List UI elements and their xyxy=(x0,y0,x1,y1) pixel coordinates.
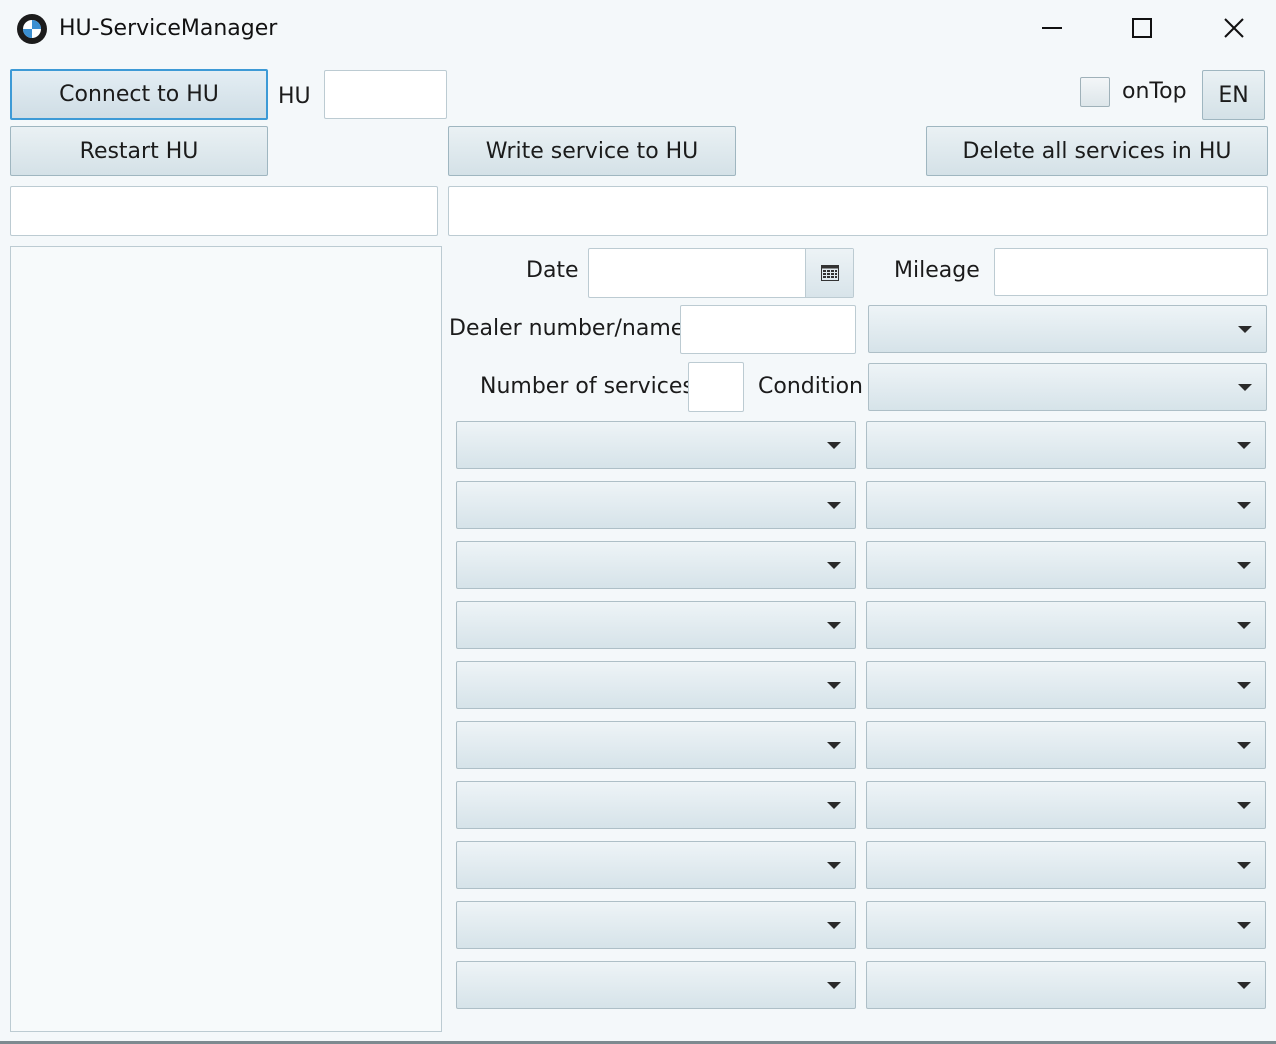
chevron-down-icon xyxy=(827,442,841,449)
service-select-right-1[interactable] xyxy=(866,421,1266,469)
service-select-left-2[interactable] xyxy=(456,481,856,529)
ontop-checkbox[interactable] xyxy=(1080,77,1110,107)
service-select-right-6[interactable] xyxy=(866,721,1266,769)
service-select-left-6[interactable] xyxy=(456,721,856,769)
delete-all-services-button[interactable]: Delete all services in HU xyxy=(926,126,1268,176)
date-label: Date xyxy=(526,258,579,283)
service-select-left-10[interactable] xyxy=(456,961,856,1009)
dealer-select[interactable] xyxy=(868,305,1267,353)
calendar-icon xyxy=(820,265,839,281)
dealer-label: Dealer number/name xyxy=(449,316,685,341)
chevron-down-icon xyxy=(1238,384,1252,391)
chevron-down-icon xyxy=(1237,442,1251,449)
condition-select[interactable] xyxy=(868,363,1267,411)
service-select-left-5[interactable] xyxy=(456,661,856,709)
app-window: HU-ServiceManager Connect to HU HU onTop… xyxy=(0,0,1276,1044)
chevron-down-icon xyxy=(827,982,841,989)
restart-hu-button[interactable]: Restart HU xyxy=(10,126,268,176)
status-field-left[interactable] xyxy=(10,186,438,236)
service-select-left-8[interactable] xyxy=(456,841,856,889)
chevron-down-icon xyxy=(1237,982,1251,989)
dealer-field[interactable] xyxy=(680,305,856,354)
service-select-right-5[interactable] xyxy=(866,661,1266,709)
chevron-down-icon xyxy=(1237,922,1251,929)
chevron-down-icon xyxy=(1238,326,1252,333)
services-list-panel[interactable] xyxy=(10,246,442,1032)
number-of-services-label: Number of services xyxy=(480,374,694,399)
chevron-down-icon xyxy=(827,742,841,749)
chevron-down-icon xyxy=(1237,502,1251,509)
service-select-left-3[interactable] xyxy=(456,541,856,589)
chevron-down-icon xyxy=(827,862,841,869)
maximize-icon xyxy=(1132,18,1152,38)
condition-label: Condition xyxy=(758,374,863,399)
chevron-down-icon xyxy=(1237,742,1251,749)
chevron-down-icon xyxy=(827,922,841,929)
hu-field[interactable] xyxy=(324,70,447,119)
service-select-left-9[interactable] xyxy=(456,901,856,949)
date-picker[interactable] xyxy=(588,248,854,298)
service-select-left-7[interactable] xyxy=(456,781,856,829)
chevron-down-icon xyxy=(827,682,841,689)
chevron-down-icon xyxy=(1237,862,1251,869)
number-of-services-field[interactable] xyxy=(688,362,744,412)
close-button[interactable] xyxy=(1188,0,1276,56)
service-select-right-8[interactable] xyxy=(866,841,1266,889)
service-select-right-4[interactable] xyxy=(866,601,1266,649)
chevron-down-icon xyxy=(1237,802,1251,809)
service-select-right-7[interactable] xyxy=(866,781,1266,829)
write-service-button[interactable]: Write service to HU xyxy=(448,126,736,176)
language-button[interactable]: EN xyxy=(1202,70,1265,120)
maximize-button[interactable] xyxy=(1096,0,1188,56)
mileage-label: Mileage xyxy=(894,258,980,283)
chevron-down-icon xyxy=(827,802,841,809)
ontop-label: onTop xyxy=(1122,79,1187,104)
calendar-button[interactable] xyxy=(805,249,853,297)
chevron-down-icon xyxy=(1237,562,1251,569)
chevron-down-icon xyxy=(1237,622,1251,629)
chevron-down-icon xyxy=(1237,682,1251,689)
service-select-left-4[interactable] xyxy=(456,601,856,649)
service-select-right-9[interactable] xyxy=(866,901,1266,949)
mileage-field[interactable] xyxy=(994,248,1268,296)
hu-label: HU xyxy=(278,84,311,109)
minimize-icon xyxy=(1042,27,1062,29)
chevron-down-icon xyxy=(827,502,841,509)
close-icon xyxy=(1224,18,1244,38)
service-select-right-3[interactable] xyxy=(866,541,1266,589)
chevron-down-icon xyxy=(827,562,841,569)
service-select-right-10[interactable] xyxy=(866,961,1266,1009)
window-title: HU-ServiceManager xyxy=(59,16,278,41)
connect-to-hu-button[interactable]: Connect to HU xyxy=(10,69,268,120)
service-select-left-1[interactable] xyxy=(456,421,856,469)
status-field-right[interactable] xyxy=(448,186,1268,236)
minimize-button[interactable] xyxy=(1006,0,1098,56)
title-bar[interactable]: HU-ServiceManager xyxy=(0,0,1276,58)
service-select-right-2[interactable] xyxy=(866,481,1266,529)
bmw-logo-icon xyxy=(17,14,47,44)
chevron-down-icon xyxy=(827,622,841,629)
